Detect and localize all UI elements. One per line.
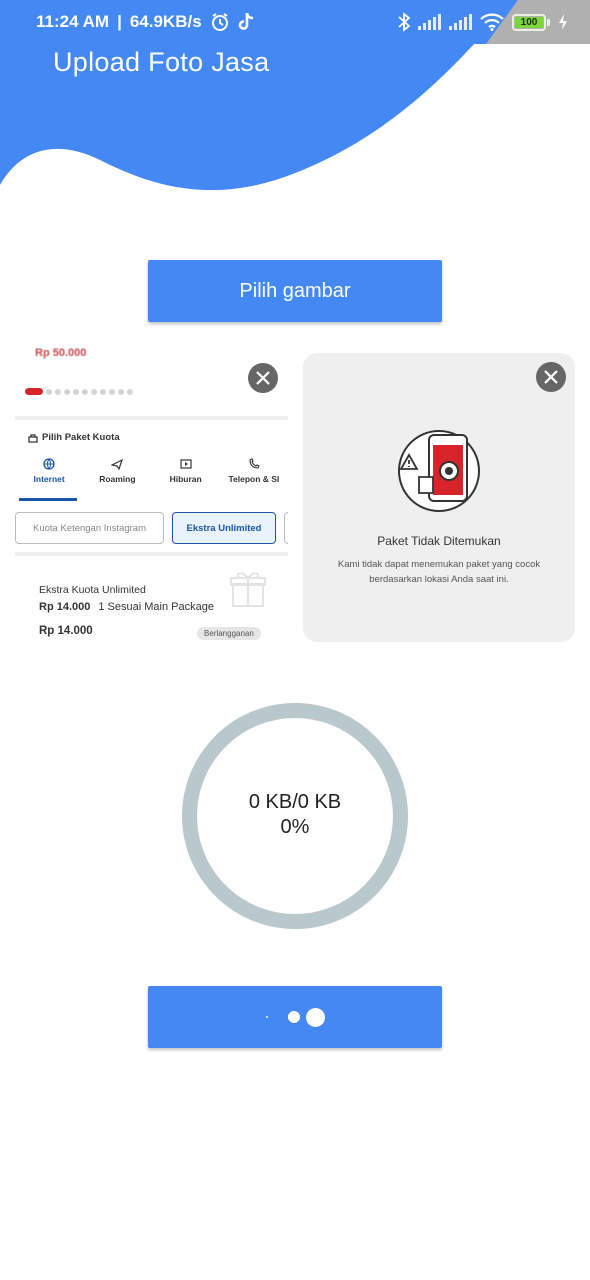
chip-partial (284, 512, 288, 544)
close-icon (256, 371, 270, 385)
preview-tabs: Internet Roaming Hiburan Telepon & SI (15, 458, 288, 484)
close-icon (544, 370, 558, 384)
chip-ekstra-unlimited: Ekstra Unlimited (172, 512, 276, 544)
signal-icon (449, 14, 472, 30)
image-preview-2: Paket Tidak Ditemukan Kami tidak dapat m… (303, 353, 575, 642)
loading-indicator (265, 1007, 325, 1027)
upload-button[interactable] (148, 986, 442, 1048)
phone-not-found-illustration (398, 430, 480, 512)
package-price-row: Rp 14.000 1 Sesuai Main Package (39, 601, 214, 613)
preview-price-text: Rp 50.000 (35, 347, 87, 359)
bluetooth-icon (398, 12, 410, 32)
play-icon (180, 459, 192, 469)
tab-internet: Internet (15, 458, 83, 484)
not-found-description: Kami tidak dapat menemukan paket yang co… (337, 559, 541, 585)
charging-icon (559, 14, 567, 30)
carousel-dots (25, 388, 133, 395)
status-separator: | (117, 12, 122, 31)
plane-icon (111, 458, 124, 470)
divider (15, 416, 288, 420)
gift-icon (230, 572, 266, 607)
progress-percent: 0% (280, 816, 310, 838)
section-title: Pilih Paket Kuota (28, 432, 120, 443)
active-tab-underline (19, 498, 77, 501)
progress-size: 0 KB/0 KB (248, 791, 342, 813)
chip-instagram: Kuota Ketengan Instagram (15, 512, 164, 544)
remove-image-1-button[interactable] (248, 363, 278, 393)
image-preview-1: Rp 50.000 Pilih Paket Kuota Internet Roa… (15, 340, 288, 642)
status-bar: 11:24 AM | 64.9KB/s 100 (0, 0, 590, 44)
tab-roaming: Roaming (83, 458, 151, 484)
tiktok-icon (238, 12, 253, 30)
network-speed: 64.9KB/s (129, 12, 202, 31)
divider (15, 552, 288, 556)
package-icon (28, 433, 38, 443)
battery-level: 100 (515, 16, 543, 28)
signal-icon (418, 14, 441, 30)
page-title: Upload Foto Jasa (53, 47, 270, 77)
package-card: Ekstra Kuota Unlimited Rp 14.000 1 Sesuai… (27, 568, 275, 642)
not-found-title: Paket Tidak Ditemukan (377, 534, 501, 548)
alarm-icon (211, 13, 228, 31)
package-name: Ekstra Kuota Unlimited (39, 584, 146, 596)
phone-icon (249, 458, 260, 469)
subscription-badge: Berlangganan (197, 627, 261, 640)
globe-icon (43, 458, 55, 470)
status-time: 11:24 AM (36, 12, 110, 31)
pick-image-button[interactable]: Pilih gambar (148, 260, 442, 322)
remove-image-2-button[interactable] (536, 362, 566, 392)
battery-icon: 100 (512, 13, 550, 31)
progress-text: 0 KB/0 KB 0% (182, 790, 408, 840)
package-total: Rp 14.000 (39, 625, 93, 637)
tab-hiburan: Hiburan (152, 458, 220, 484)
tab-telepon: Telepon & SI (220, 458, 288, 484)
wifi-icon (480, 13, 504, 31)
